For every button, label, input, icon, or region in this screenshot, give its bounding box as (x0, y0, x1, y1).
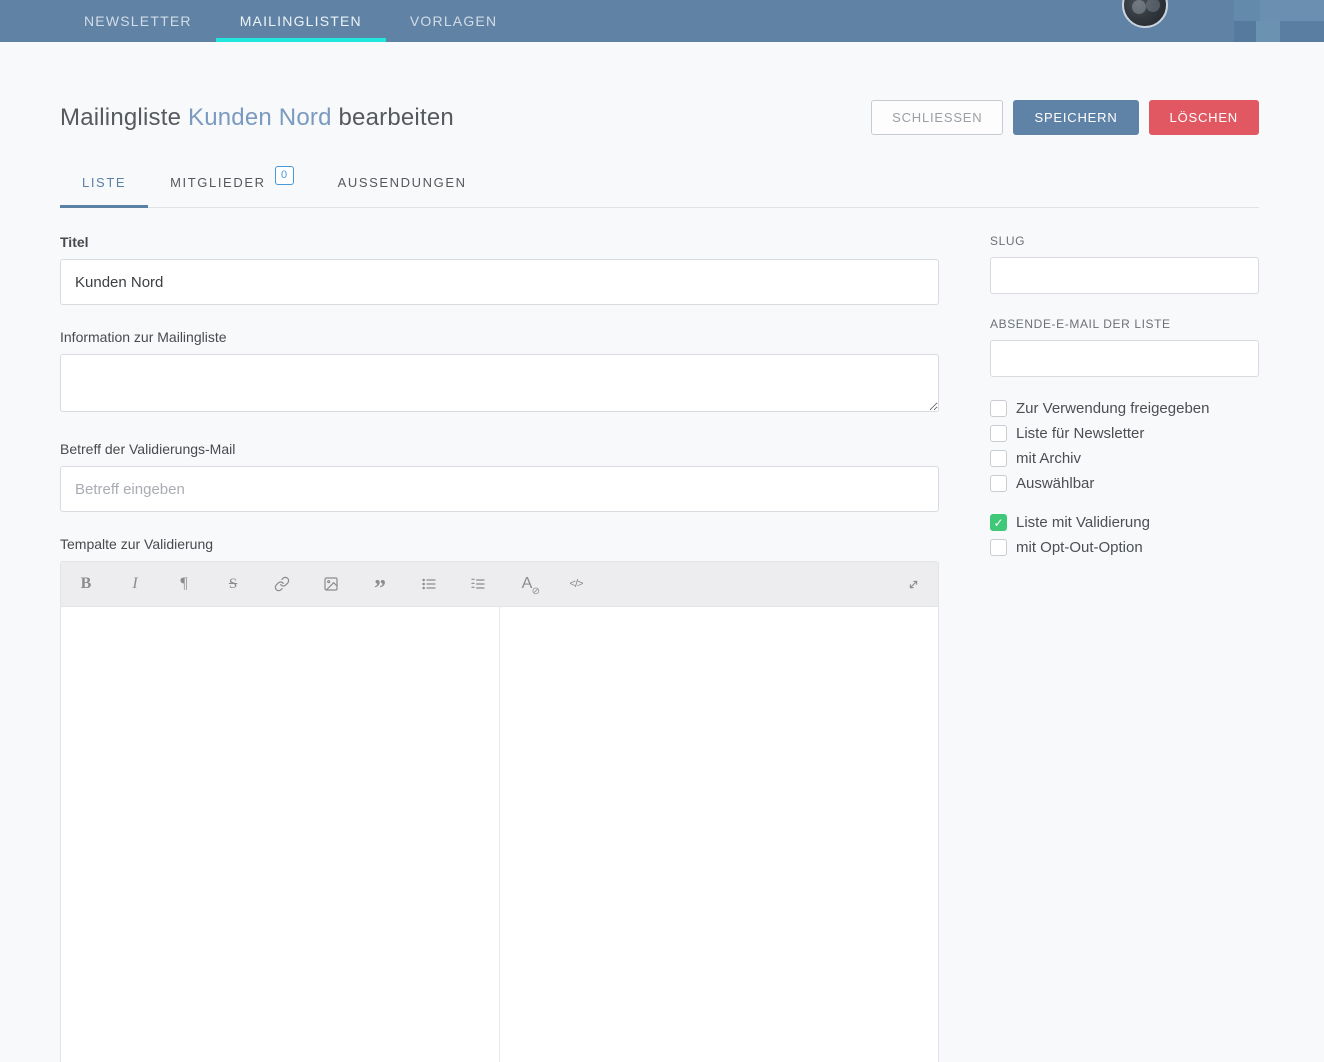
betreff-label: Betreff der Validierungs-Mail (60, 441, 939, 457)
code-icon[interactable]: </> (565, 570, 587, 598)
tab-mitglieder[interactable]: MITGLIEDER 0 (148, 161, 315, 207)
unordered-list-icon[interactable] (418, 570, 440, 598)
nav-item-vorlagen[interactable]: VORLAGEN (386, 0, 521, 42)
checkbox-icon: ✓ (990, 450, 1007, 467)
validation-template-editor: B I ¶ S ” (60, 561, 939, 1062)
member-count-badge: 0 (275, 166, 294, 185)
sender-email-label: ABSENDE-E-MAIL DER LISTE (990, 317, 1259, 331)
page-title-suffix: bearbeiten (332, 104, 454, 131)
checkbox-icon: ✓ (990, 475, 1007, 492)
page-title-list-name: Kunden Nord (188, 104, 332, 131)
detail-tabs: LISTE MITGLIEDER 0 AUSSENDUNGEN (60, 161, 1259, 208)
decorative-mosaic (1234, 0, 1324, 42)
checkbox-mit-opt-out-option[interactable]: ✓ mit Opt-Out-Option (990, 539, 1259, 556)
checkbox-label: Zur Verwendung freigegeben (1016, 400, 1209, 417)
checkbox-group-validation: ✓ Liste mit Validierung ✓ mit Opt-Out-Op… (990, 514, 1259, 556)
sender-email-input[interactable] (990, 340, 1259, 377)
checkbox-icon: ✓ (990, 400, 1007, 417)
close-button[interactable]: SCHLIESSEN (871, 100, 1003, 135)
editor-toolbar: B I ¶ S ” (61, 562, 938, 607)
header-actions: SCHLIESSEN SPEICHERN LÖSCHEN (871, 100, 1259, 135)
checkbox-icon: ✓ (990, 514, 1007, 531)
page-title: Mailingliste Kunden Nord bearbeiten (60, 104, 454, 132)
link-icon[interactable] (271, 570, 293, 598)
info-label: Information zur Mailingliste (60, 329, 939, 345)
template-label: Tempalte zur Validierung (60, 536, 939, 552)
titel-input[interactable] (60, 259, 939, 305)
nav-item-mailinglisten[interactable]: MAILINGLISTEN (216, 0, 386, 42)
checkbox-label: mit Opt-Out-Option (1016, 539, 1143, 556)
checkbox-mit-archiv[interactable]: ✓ mit Archiv (990, 450, 1259, 467)
form-column: Titel Information zur Mailingliste Betre… (60, 234, 939, 1062)
image-icon[interactable] (320, 570, 342, 598)
strikethrough-icon[interactable]: S (222, 570, 244, 598)
checkbox-zur-verwendung-freigegeben[interactable]: ✓ Zur Verwendung freigegeben (990, 400, 1259, 417)
checkbox-label: mit Archiv (1016, 450, 1081, 467)
paragraph-icon[interactable]: ¶ (173, 570, 195, 598)
page-title-prefix: Mailingliste (60, 104, 188, 131)
tab-liste[interactable]: LISTE (60, 161, 148, 207)
checkbox-label: Liste für Newsletter (1016, 425, 1144, 442)
slug-label: SLUG (990, 234, 1259, 248)
checkbox-label: Auswählbar (1016, 475, 1094, 492)
titel-label: Titel (60, 234, 939, 250)
editor-source-pane[interactable] (61, 607, 500, 1062)
tab-mitglieder-label: MITGLIEDER (170, 175, 265, 190)
tab-aussendungen[interactable]: AUSSENDUNGEN (316, 161, 489, 207)
fullscreen-icon[interactable] (902, 570, 924, 598)
info-textarea[interactable] (60, 354, 939, 412)
delete-button[interactable]: LÖSCHEN (1149, 100, 1259, 135)
tab-aussendungen-label: AUSSENDUNGEN (338, 175, 467, 190)
checkbox-group-general: ✓ Zur Verwendung freigegeben ✓ Liste für… (990, 400, 1259, 492)
settings-column: SLUG ABSENDE-E-MAIL DER LISTE ✓ Zur Verw… (990, 234, 1259, 1062)
editor-preview-pane[interactable] (500, 607, 938, 1062)
top-navigation: NEWSLETTER MAILINGLISTEN VORLAGEN (0, 0, 1324, 42)
remove-format-icon[interactable]: A⊘ (516, 570, 538, 598)
checkbox-label: Liste mit Validierung (1016, 514, 1150, 531)
italic-icon[interactable]: I (124, 570, 146, 598)
ordered-list-icon[interactable] (467, 570, 489, 598)
checkbox-auswaehlbar[interactable]: ✓ Auswählbar (990, 475, 1259, 492)
checkbox-icon: ✓ (990, 425, 1007, 442)
checkbox-liste-mit-validierung[interactable]: ✓ Liste mit Validierung (990, 514, 1259, 531)
tab-liste-label: LISTE (82, 175, 126, 190)
betreff-input[interactable] (60, 466, 939, 512)
bold-icon[interactable]: B (75, 570, 97, 598)
editor-body (61, 607, 938, 1062)
slug-input[interactable] (990, 257, 1259, 294)
checkbox-icon: ✓ (990, 539, 1007, 556)
blockquote-icon[interactable]: ” (369, 570, 391, 598)
user-avatar[interactable] (1122, 0, 1168, 28)
nav-item-newsletter[interactable]: NEWSLETTER (60, 0, 216, 42)
checkbox-liste-fuer-newsletter[interactable]: ✓ Liste für Newsletter (990, 425, 1259, 442)
save-button[interactable]: SPEICHERN (1013, 100, 1138, 135)
